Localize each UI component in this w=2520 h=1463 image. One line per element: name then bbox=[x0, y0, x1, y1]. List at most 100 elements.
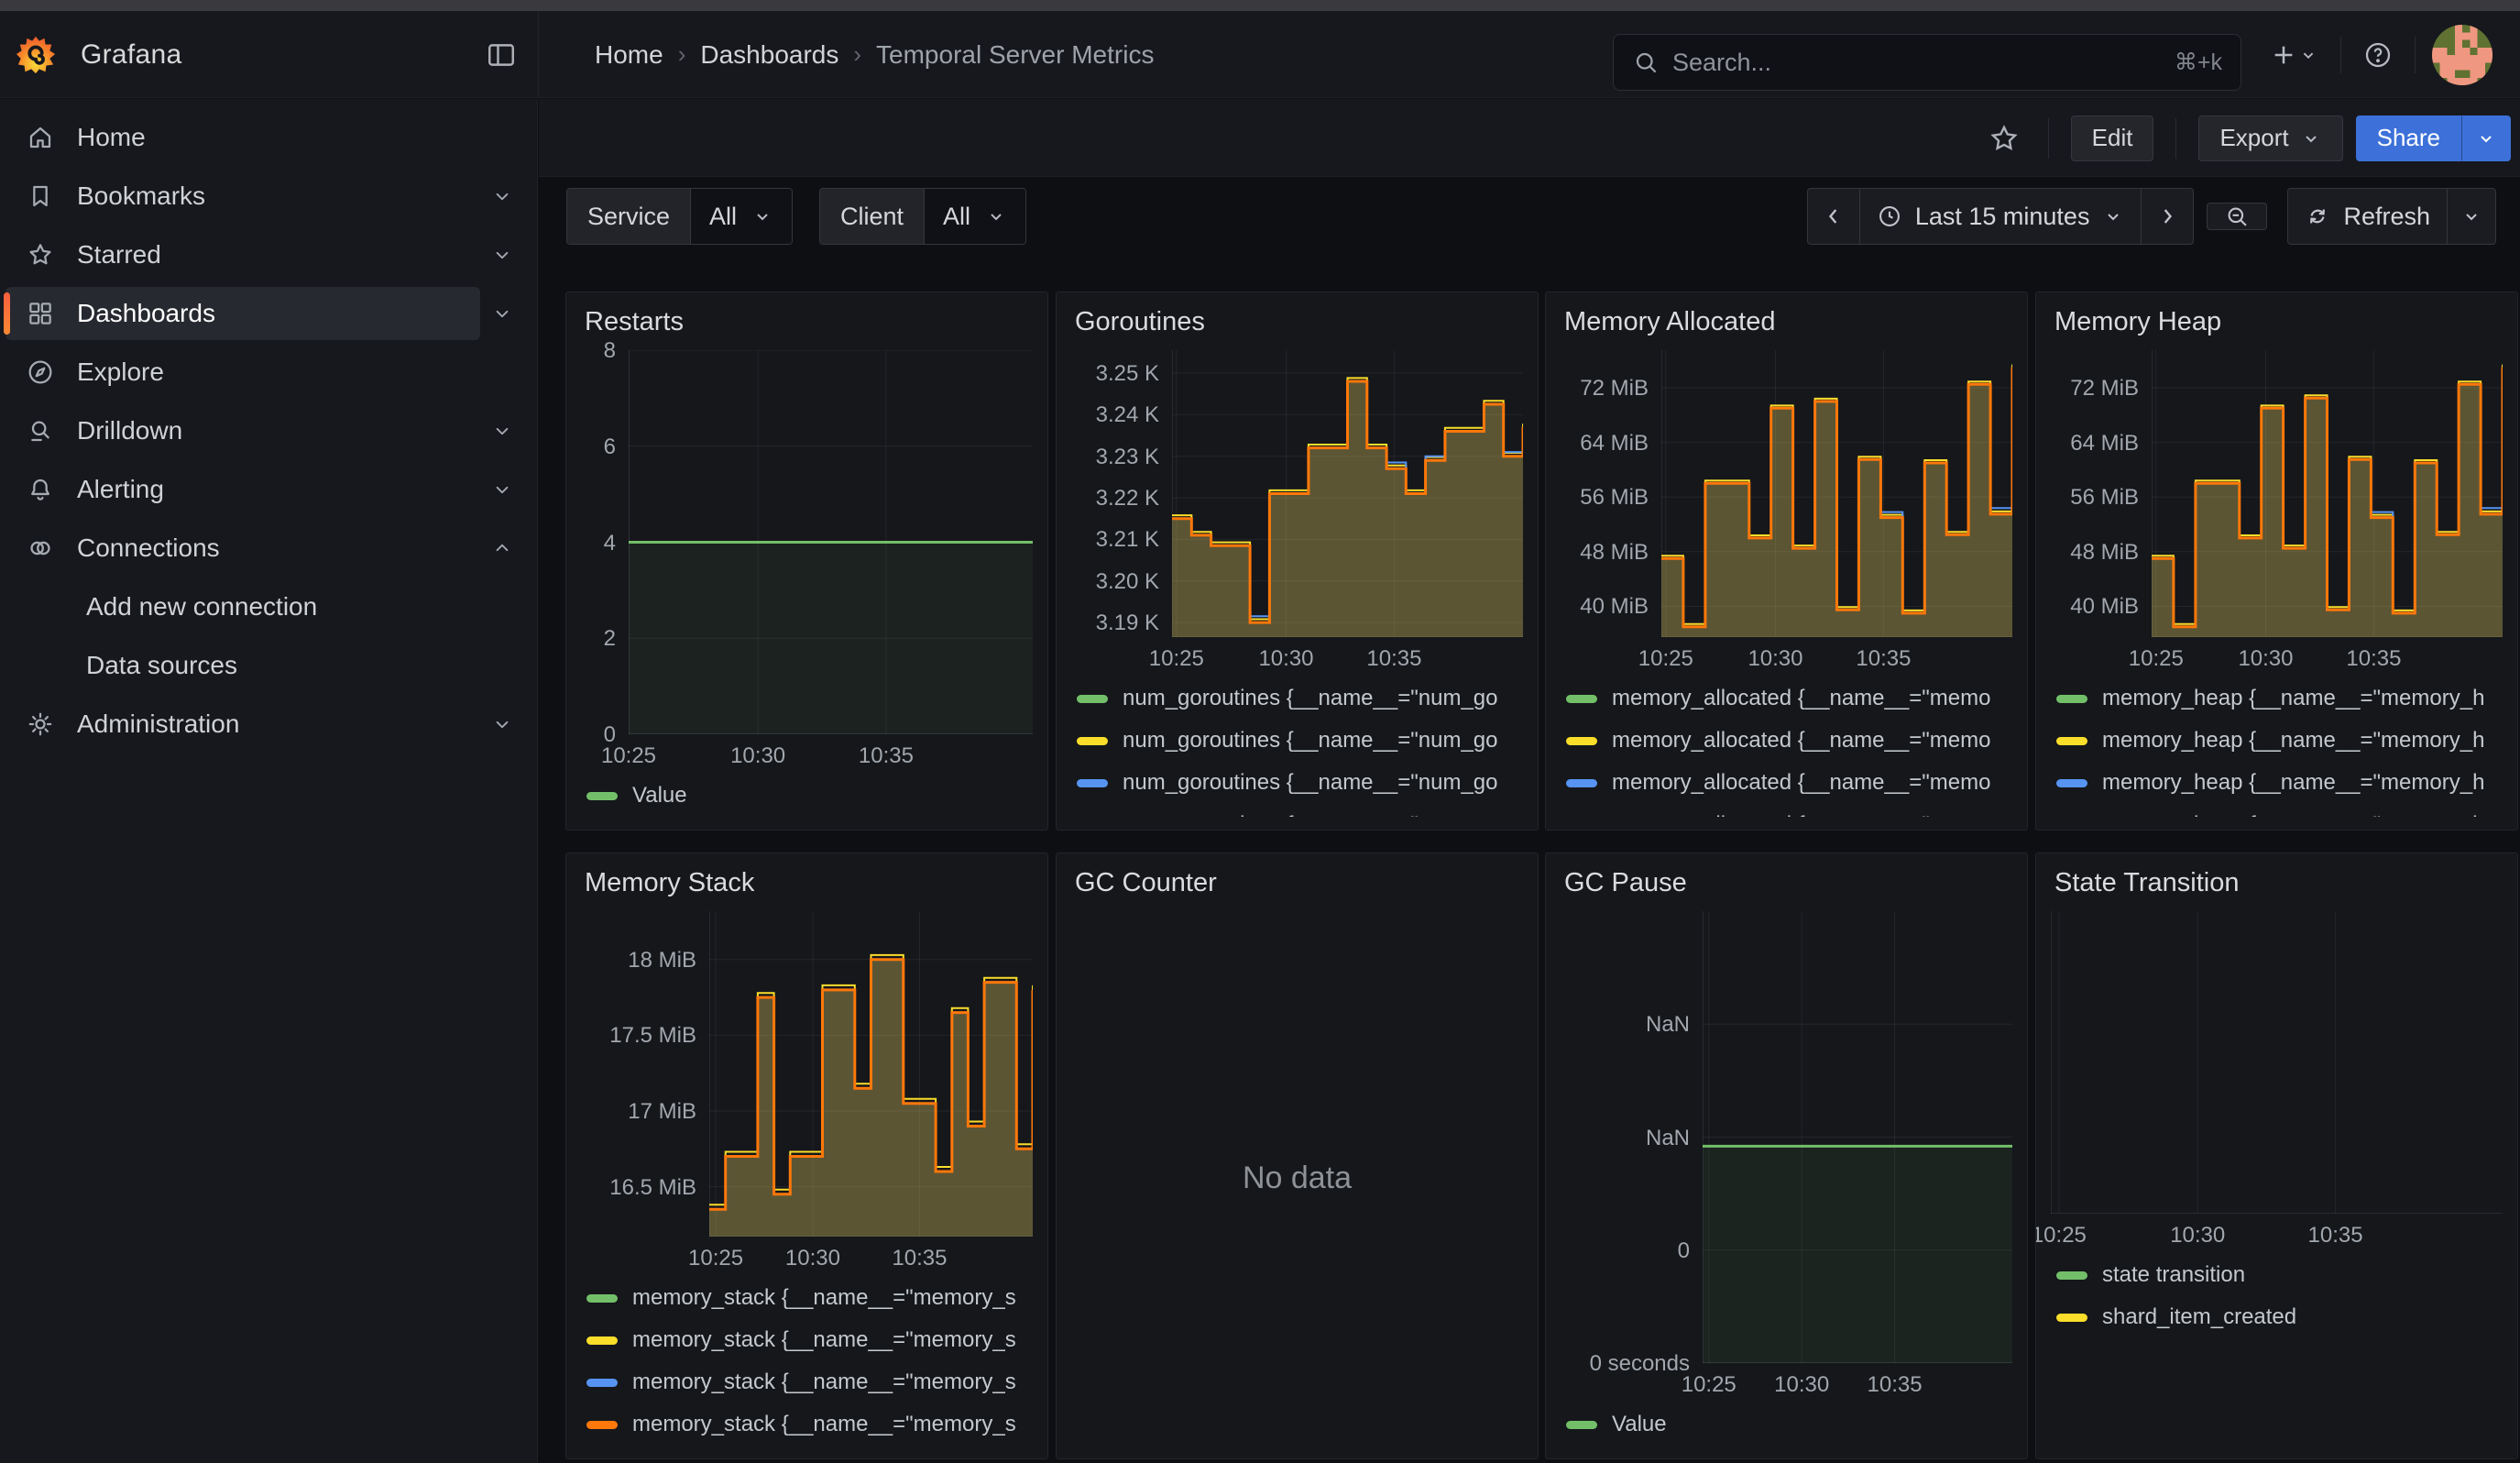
sidebar-expand-alerting[interactable] bbox=[480, 468, 524, 512]
legend-item[interactable]: memory_allocated {__name__="memo bbox=[1561, 720, 2012, 762]
x-tick-label: 10:35 bbox=[2308, 1223, 2363, 1248]
legend-item[interactable]: memory_allocated {__name__="memo bbox=[1561, 677, 2012, 720]
new-button[interactable] bbox=[2263, 35, 2324, 75]
share-button[interactable]: Share bbox=[2356, 116, 2461, 161]
legend-item[interactable]: shard_item_created bbox=[2051, 1296, 2503, 1338]
chart-plot-area[interactable] bbox=[709, 911, 1033, 1237]
panel-title[interactable]: GC Pause bbox=[1546, 853, 2027, 906]
time-range-picker[interactable]: Last 15 minutes bbox=[1859, 188, 2142, 245]
legend-item[interactable]: num_goroutines {__name__="num_go bbox=[1071, 677, 1523, 720]
chart-canvas[interactable] bbox=[1703, 911, 2012, 1363]
sidebar-item-starred[interactable]: Starred bbox=[5, 228, 480, 281]
panel-title[interactable]: Goroutines bbox=[1057, 292, 1538, 345]
export-button[interactable]: Export bbox=[2198, 116, 2342, 161]
chart-legend: num_goroutines {__name__="num_gonum_goro… bbox=[1071, 677, 1523, 817]
sidebar-row-explore: Explore bbox=[0, 343, 537, 402]
favorite-star-button[interactable] bbox=[1982, 116, 2026, 160]
refresh-interval-button[interactable] bbox=[2447, 188, 2496, 245]
service-variable-value[interactable]: All bbox=[690, 189, 792, 244]
x-axis: 10:2510:3010:35 bbox=[709, 1237, 1033, 1273]
sidebar-expand-connections[interactable] bbox=[480, 526, 524, 570]
legend-label: memory_stack {__name__="memory_s bbox=[632, 1412, 1016, 1437]
chart-plot-area[interactable] bbox=[1703, 911, 2012, 1363]
chevron-down-icon bbox=[2475, 127, 2497, 149]
legend-item[interactable]: memory_heap {__name__="memory_h bbox=[2051, 677, 2503, 720]
legend-item[interactable]: num_goroutines {__name__="num_go bbox=[1071, 762, 1523, 804]
chart-canvas[interactable] bbox=[709, 911, 1033, 1237]
sidebar-item-bookmarks[interactable]: Bookmarks bbox=[5, 170, 480, 223]
legend-item[interactable]: num_goroutines {__name__="num_go bbox=[1071, 720, 1523, 762]
sidebar-expand-administration[interactable] bbox=[480, 702, 524, 746]
legend-item[interactable]: Value bbox=[1561, 1403, 2012, 1446]
refresh-button[interactable]: Refresh bbox=[2287, 188, 2448, 245]
legend-item[interactable]: memory_heap {__name__="memory_h bbox=[2051, 720, 2503, 762]
time-range-label: Last 15 minutes bbox=[1915, 203, 2090, 231]
chart-canvas[interactable] bbox=[2152, 350, 2503, 637]
sidebar-item-connections[interactable]: Connections bbox=[5, 522, 480, 575]
user-avatar[interactable] bbox=[2432, 25, 2493, 85]
legend-item[interactable]: state transition bbox=[2051, 1254, 2503, 1296]
dashboards-grid-icon bbox=[26, 299, 55, 328]
panel-title[interactable]: Memory Allocated bbox=[1546, 292, 2027, 345]
legend-item[interactable]: memory_stack {__name__="memory_s bbox=[581, 1319, 1033, 1361]
window-title-strip bbox=[0, 0, 2520, 11]
sidebar-item-alerting[interactable]: Alerting bbox=[5, 463, 480, 516]
search-input[interactable] bbox=[1672, 49, 2162, 77]
sidebar-expand-drilldown[interactable] bbox=[480, 409, 524, 453]
share-menu-button[interactable] bbox=[2461, 116, 2511, 161]
legend-item[interactable]: memory_stack {__name__="memory_s bbox=[581, 1277, 1033, 1319]
legend-item[interactable]: memory_heap {__name__="memory_h bbox=[2051, 804, 2503, 817]
sidebar-item-explore[interactable]: Explore bbox=[5, 346, 524, 399]
panel-title[interactable]: Restarts bbox=[566, 292, 1047, 345]
y-tick-label: 6 bbox=[604, 434, 616, 460]
panel-title[interactable]: Memory Heap bbox=[2036, 292, 2517, 345]
sidebar-collapse-button[interactable] bbox=[482, 36, 520, 74]
legend-item[interactable]: memory_allocated {__name__="memo bbox=[1561, 762, 2012, 804]
legend-item[interactable]: memory_allocated {__name__="memo bbox=[1561, 804, 2012, 817]
chart-plot-area[interactable] bbox=[629, 350, 1033, 734]
chart-canvas[interactable] bbox=[1172, 350, 1523, 637]
chart-plot-area[interactable] bbox=[1661, 350, 2012, 637]
sidebar-expand-starred[interactable] bbox=[480, 233, 524, 277]
y-tick-label: 3.20 K bbox=[1096, 569, 1159, 595]
panel-title[interactable]: Memory Stack bbox=[566, 853, 1047, 906]
panel-title[interactable]: State Transition bbox=[2036, 853, 2517, 906]
sidebar-row-home: Home bbox=[0, 108, 537, 167]
panel-title[interactable]: GC Counter bbox=[1057, 853, 1538, 906]
breadcrumb-home[interactable]: Home bbox=[595, 40, 663, 70]
y-tick-label: NaN bbox=[1646, 1126, 1690, 1151]
legend-swatch bbox=[1077, 737, 1108, 745]
chart-canvas[interactable] bbox=[629, 350, 1033, 734]
chart-canvas[interactable] bbox=[2051, 911, 2503, 1214]
sidebar-item-drilldown[interactable]: Drilldown bbox=[5, 404, 480, 457]
legend-item[interactable]: memory_heap {__name__="memory_h bbox=[2051, 762, 2503, 804]
y-tick-label: NaN bbox=[1646, 1012, 1690, 1038]
sidebar-item-administration[interactable]: Administration bbox=[5, 698, 480, 751]
legend-item[interactable]: memory_stack {__name__="memory_s bbox=[581, 1403, 1033, 1446]
time-shift-back-button[interactable] bbox=[1807, 188, 1860, 245]
sidebar-item-dashboards[interactable]: Dashboards bbox=[5, 287, 480, 340]
sidebar-item-home[interactable]: Home bbox=[5, 111, 524, 164]
sidebar-expand-bookmarks[interactable] bbox=[480, 174, 524, 218]
legend-item[interactable]: memory_stack {__name__="memory_s bbox=[581, 1361, 1033, 1403]
time-shift-forward-button[interactable] bbox=[2141, 188, 2194, 245]
chevron-down-icon bbox=[751, 205, 773, 227]
edit-button[interactable]: Edit bbox=[2071, 116, 2154, 161]
y-tick-label: 3.22 K bbox=[1096, 486, 1159, 512]
sidebar-item-add-new-connection[interactable]: Add new connection bbox=[5, 580, 524, 633]
time-zoom-out-button[interactable] bbox=[2207, 203, 2267, 230]
chart-plot-row bbox=[2051, 911, 2503, 1214]
chart-plot-area[interactable] bbox=[2152, 350, 2503, 637]
help-button[interactable] bbox=[2358, 35, 2398, 75]
breadcrumb-dashboards[interactable]: Dashboards bbox=[700, 40, 838, 70]
sidebar-expand-dashboards[interactable] bbox=[480, 292, 524, 336]
legend-item[interactable]: Value bbox=[581, 775, 1033, 817]
sidebar-row-data-sources: Data sources bbox=[0, 636, 537, 695]
chart-canvas[interactable] bbox=[1661, 350, 2012, 637]
chart-plot-area[interactable] bbox=[1172, 350, 1523, 637]
legend-item[interactable]: num_goroutines {__name__="num_go bbox=[1071, 804, 1523, 817]
client-variable-value[interactable]: All bbox=[924, 189, 1025, 244]
search-box[interactable]: ⌘+k bbox=[1613, 34, 2241, 91]
chart-plot-area[interactable] bbox=[2051, 911, 2503, 1214]
sidebar-item-data-sources[interactable]: Data sources bbox=[5, 639, 524, 692]
